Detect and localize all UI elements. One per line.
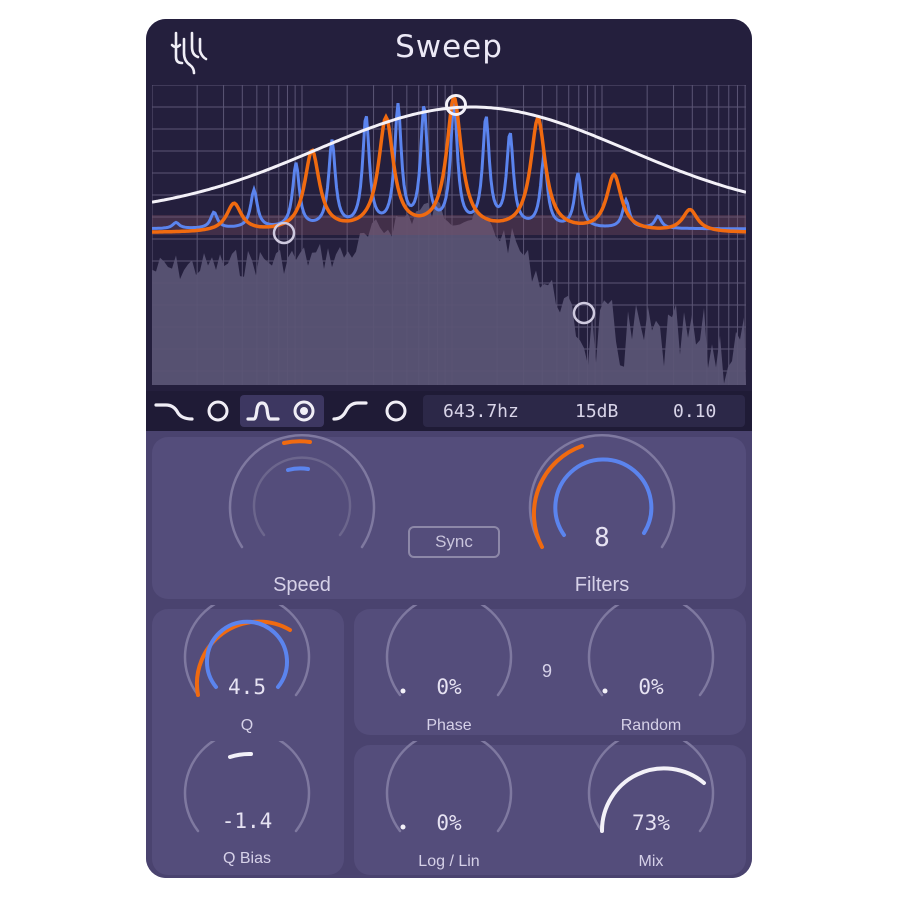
controls-area: Speed Sync 8 Filters 4.5 Q -1.4 Q Bias 0… [146,431,752,878]
lowpass-curve-icon [154,403,194,421]
highpass-curve-icon [332,401,368,421]
frequency-readout: 643.7hz [443,401,519,422]
sync-button[interactable]: Sync [408,526,500,558]
loglin-mix-panel: 0% Log / Lin 73% Mix [354,741,746,875]
speed-knob[interactable] [212,427,392,577]
phase-random-panel: 0% Phase 9 0% Random [354,605,746,735]
highpass-filter-button[interactable] [328,395,412,427]
filters-value: 8 [594,523,610,553]
filter-display[interactable] [152,85,746,385]
random-label: Random [620,717,682,734]
filter-display-frame [146,85,752,391]
parameter-readout[interactable]: 643.7hz 15dB 0.10 [423,395,745,427]
q-panel: 4.5 Q -1.4 Q Bias [152,605,344,875]
circle-icon [385,400,407,422]
random-knob[interactable] [576,605,726,717]
lfo-count-value: 9 [542,661,553,681]
lowpass-filter-button[interactable] [152,395,236,427]
sweep-plugin-window: Sweep 643.7hz 15dB 0.10 Speed Sync 8 Fil… [146,19,752,878]
bandpass-filter-button[interactable] [240,395,324,427]
mix-label: Mix [638,853,664,870]
q-bias-knob[interactable] [172,741,322,853]
phase-value: 0% [436,675,462,699]
log-lin-label: Log / Lin [418,853,480,870]
filter-type-toolbar: 643.7hz 15dB 0.10 [146,391,752,431]
filters-label: Filters [574,574,630,596]
circle-icon [207,400,229,422]
phase-label: Phase [426,717,472,734]
q-value: 4.5 [228,675,266,699]
mix-knob[interactable] [576,741,726,853]
random-value: 0% [638,675,664,699]
high-q-handle[interactable] [572,301,596,325]
log-lin-knob[interactable] [374,741,524,853]
q-bias-value: -1.4 [221,809,273,833]
gain-readout: 15dB [575,401,619,422]
bandpass-curve-icon [246,401,280,421]
log-lin-value: 0% [436,811,462,835]
plugin-title: Sweep [395,29,503,65]
q-label: Q [240,717,254,734]
width-readout: 0.10 [673,401,717,422]
speed-label: Speed [273,574,331,596]
q-bias-label: Q Bias [222,850,271,867]
q-knob[interactable] [172,605,322,717]
header-bar: Sweep [146,19,752,85]
phase-knob[interactable] [374,605,524,717]
mix-value: 73% [632,811,670,835]
filters-knob[interactable] [512,427,692,577]
modulation-panel: Speed Sync 8 Filters [152,433,746,599]
